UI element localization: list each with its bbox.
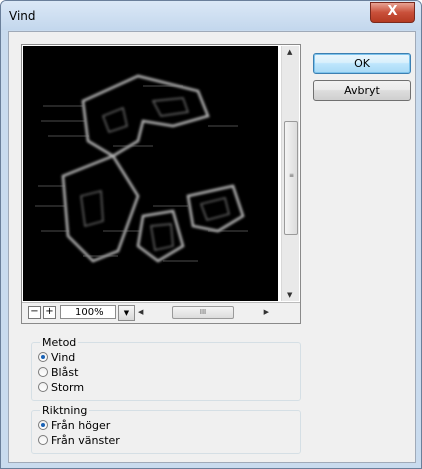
wind-effect-artwork	[35, 74, 248, 263]
preview-horizontal-scrollbar[interactable]: ◀ III ▶	[136, 305, 271, 319]
direction-group-title: Riktning	[40, 404, 90, 417]
radio-label: Från vänster	[51, 434, 120, 447]
vertical-scroll-thumb[interactable]: ≡	[284, 121, 298, 235]
preview-image[interactable]	[23, 46, 278, 301]
dialog-client-area: ▲ ≡ ▼ − + 100% ▼ ◀ III ▶ OK Avbryt Metod…	[8, 31, 416, 463]
radio-unselected-icon[interactable]	[38, 435, 48, 445]
radio-selected-icon[interactable]	[38, 420, 48, 430]
scroll-right-arrow-icon[interactable]: ▶	[264, 308, 269, 316]
zoom-controls: − + 100% ▼ ◀ III ▶	[22, 302, 300, 323]
scroll-up-arrow-icon[interactable]: ▲	[287, 48, 292, 56]
zoom-dropdown-button[interactable]: ▼	[118, 305, 135, 321]
method-group-title: Metod	[40, 336, 79, 349]
dialog-title: Vind	[9, 9, 36, 23]
radio-unselected-icon[interactable]	[38, 382, 48, 392]
preview-vertical-scrollbar[interactable]: ▲ ≡ ▼	[281, 46, 299, 301]
radio-label: Storm	[51, 381, 85, 394]
zoom-in-button[interactable]: +	[43, 306, 56, 319]
radio-label: Blåst	[51, 366, 79, 379]
vscroll-grip: ≡	[289, 172, 295, 179]
radio-label: Vind	[51, 351, 76, 364]
preview-panel: ▲ ≡ ▼ − + 100% ▼ ◀ III ▶	[21, 44, 301, 324]
radio-label: Från höger	[51, 419, 111, 432]
radio-selected-icon[interactable]	[38, 352, 48, 362]
method-group: Metod Vind Blåst Storm	[31, 336, 301, 401]
direction-group: Riktning Från höger Från vänster	[31, 404, 301, 454]
zoom-level-field[interactable]: 100%	[60, 305, 116, 319]
radio-unselected-icon[interactable]	[38, 367, 48, 377]
scroll-down-arrow-icon[interactable]: ▼	[287, 291, 292, 299]
title-bar[interactable]: Vind X	[1, 1, 421, 30]
close-button[interactable]: X	[370, 2, 415, 23]
ok-button[interactable]: OK	[313, 53, 411, 74]
horizontal-scroll-thumb[interactable]: III	[172, 306, 234, 319]
zoom-out-button[interactable]: −	[28, 306, 41, 319]
cancel-button[interactable]: Avbryt	[313, 80, 411, 101]
filter-dialog: Vind X ▲ ≡ ▼ − + 100% ▼ ◀ III ▶ OK Avbry…	[0, 0, 422, 469]
scroll-left-arrow-icon[interactable]: ◀	[138, 308, 143, 316]
